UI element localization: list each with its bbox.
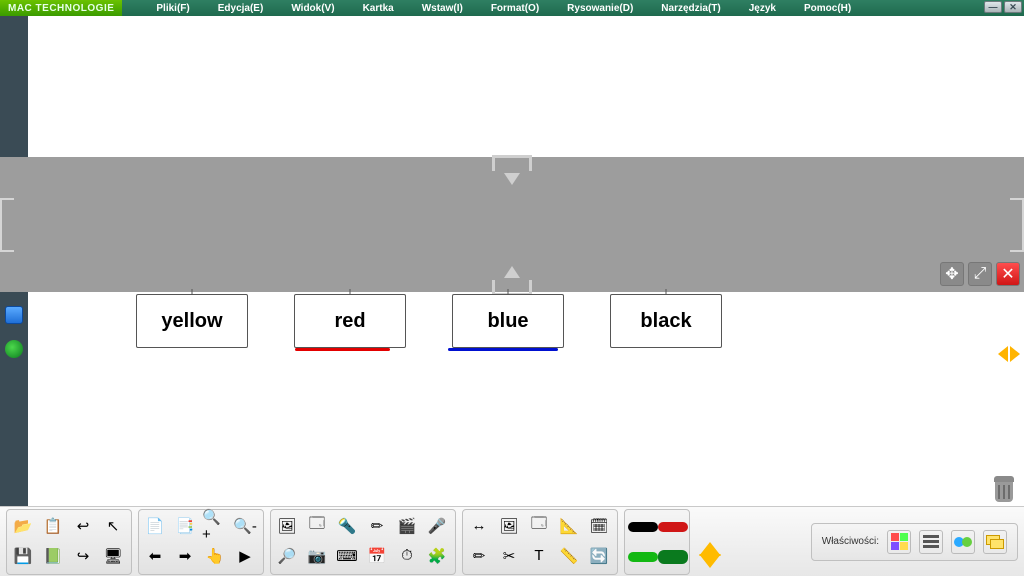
redo-icon[interactable]: ↪ <box>70 543 96 569</box>
newpage-icon[interactable]: 📄 <box>142 513 168 539</box>
keyboard-icon[interactable]: ⌨ <box>334 543 360 569</box>
swatch-black[interactable] <box>628 522 658 532</box>
measure-icon[interactable]: 📏 <box>556 543 582 569</box>
spotlight-icon[interactable]: 🔦 <box>334 513 360 539</box>
sidebar-globe-icon[interactable] <box>5 340 23 358</box>
menu-jezyk[interactable]: Język <box>735 0 790 16</box>
timer-icon[interactable]: ⏱ <box>394 543 420 569</box>
image-icon[interactable]: 🖼 <box>274 513 300 539</box>
text-icon[interactable]: T <box>526 543 552 569</box>
prop-lineweight-icon[interactable] <box>919 530 943 554</box>
pencil-icon[interactable]: ✏ <box>466 543 492 569</box>
pointer-icon[interactable]: ↖ <box>100 513 126 539</box>
card-label: blue <box>487 310 528 333</box>
menu-rysowanie[interactable]: Rysowanie(D) <box>553 0 647 16</box>
card-yellow[interactable]: yellow <box>136 294 248 348</box>
cards-row: yellow red blue black <box>136 294 722 348</box>
table-icon[interactable]: 🗓 <box>586 513 612 539</box>
window-icon[interactable]: 🗔 <box>304 513 330 539</box>
tool-group-insert: 🖼 🗔 🔦 ✏ 🎬 🎤 🔎 📷 ⌨ 📅 ⏱ 🧩 <box>270 509 456 575</box>
zoomin-icon[interactable]: 🔍+ <box>202 513 228 539</box>
prop-layers-icon[interactable] <box>983 530 1007 554</box>
properties-panel: Właściwości: <box>811 523 1018 561</box>
card-blue[interactable]: blue <box>452 294 564 348</box>
frame-icon[interactable]: 🗔 <box>526 513 552 539</box>
page-nav-arrows[interactable] <box>998 346 1020 362</box>
stroke-red <box>295 348 390 351</box>
prop-colorgrid-icon[interactable] <box>887 530 911 554</box>
play-icon[interactable]: ▶ <box>232 543 258 569</box>
ruler-icon[interactable]: 📐 <box>556 513 582 539</box>
refresh-icon[interactable]: 🔄 <box>586 543 612 569</box>
swatch-green2[interactable] <box>658 550 688 564</box>
tool-group-page: 📄 📑 🔍+ 🔍- ⬅ ➡ 👆 ▶ <box>138 509 264 575</box>
sidebar-page-icon[interactable] <box>5 306 23 324</box>
overlay-expand-icon[interactable]: ⤢ <box>968 262 992 286</box>
overlay-controls: ✥ ⤢ ✕ <box>940 262 1020 286</box>
open-icon[interactable]: 📂 <box>10 513 36 539</box>
picture-icon[interactable]: 🖼 <box>496 513 522 539</box>
zoomout-icon[interactable]: 🔍- <box>232 513 258 539</box>
erase-icon[interactable]: ✂ <box>496 543 522 569</box>
overlay-handle-top[interactable] <box>482 155 542 191</box>
card-label: yellow <box>161 310 222 333</box>
properties-label: Właściwości: <box>822 536 879 547</box>
brand-badge: MAC TECHNOLOGIE <box>0 0 122 16</box>
menu-format[interactable]: Format(O) <box>477 0 553 16</box>
tool-group-file: 📂 📋 ↩ ↖ 💾 📗 ↪ 🖥 <box>6 509 132 575</box>
menu-wstaw[interactable]: Wstaw(I) <box>408 0 477 16</box>
tool-group-stroke <box>624 509 690 575</box>
overlay-move-icon[interactable]: ✥ <box>940 262 964 286</box>
swatch-green1[interactable] <box>628 552 658 562</box>
card-label: black <box>640 310 691 333</box>
save-icon[interactable]: 💾 <box>10 543 36 569</box>
menu-narzedzia[interactable]: Narzędzia(T) <box>647 0 734 16</box>
undo-icon[interactable]: ↩ <box>70 513 96 539</box>
swatch-red[interactable] <box>658 522 688 532</box>
overlay-handle-left[interactable] <box>0 198 14 252</box>
move-icon[interactable]: ↔ <box>466 513 492 539</box>
menu-widok[interactable]: Widok(V) <box>277 0 348 16</box>
prev-icon[interactable]: ⬅ <box>142 543 168 569</box>
stroke-blue <box>448 348 558 351</box>
prop-fill-icon[interactable] <box>951 530 975 554</box>
hand-icon[interactable]: 👆 <box>202 543 228 569</box>
pages-icon[interactable]: 📑 <box>172 513 198 539</box>
card-red[interactable]: red <box>294 294 406 348</box>
calendar-icon[interactable]: 📅 <box>364 543 390 569</box>
mic-icon[interactable]: 🎤 <box>424 513 450 539</box>
video-icon[interactable]: 🎬 <box>394 513 420 539</box>
camera-icon[interactable]: 📷 <box>304 543 330 569</box>
next-icon[interactable]: ➡ <box>172 543 198 569</box>
minimize-button[interactable]: — <box>984 1 1002 13</box>
bottom-toolbar: 📂 📋 ↩ ↖ 💾 📗 ↪ 🖥 📄 📑 🔍+ 🔍- ⬅ ➡ 👆 ▶ 🖼 🗔 🔦 … <box>0 506 1024 576</box>
menu-pliki[interactable]: Pliki(F) <box>142 0 203 16</box>
card-black[interactable]: black <box>610 294 722 348</box>
overlay-handle-bottom[interactable] <box>482 260 542 296</box>
paste-icon[interactable]: 📗 <box>40 543 66 569</box>
close-window-button[interactable]: ✕ <box>1004 1 1022 13</box>
window-buttons: — ✕ <box>984 1 1022 13</box>
reorder-updown-icon[interactable] <box>696 514 724 570</box>
card-label: red <box>334 310 365 333</box>
screen-icon[interactable]: 🖥 <box>100 543 126 569</box>
magnify-icon[interactable]: 🔎 <box>274 543 300 569</box>
menu-pomoc[interactable]: Pomoc(H) <box>790 0 865 16</box>
plugin-icon[interactable]: 🧩 <box>424 543 450 569</box>
pen-icon[interactable]: ✏ <box>364 513 390 539</box>
trash-icon[interactable] <box>992 476 1016 502</box>
menu-edycja[interactable]: Edycja(E) <box>204 0 278 16</box>
menubar: MAC TECHNOLOGIE Pliki(F) Edycja(E) Widok… <box>0 0 1024 16</box>
menu-kartka[interactable]: Kartka <box>349 0 408 16</box>
tool-group-draw: ↔ 🖼 🗔 📐 🗓 ✏ ✂ T 📏 🔄 <box>462 509 618 575</box>
overlay-handle-right[interactable] <box>1010 198 1024 252</box>
overlay-close-button[interactable]: ✕ <box>996 262 1020 286</box>
copy-icon[interactable]: 📋 <box>40 513 66 539</box>
